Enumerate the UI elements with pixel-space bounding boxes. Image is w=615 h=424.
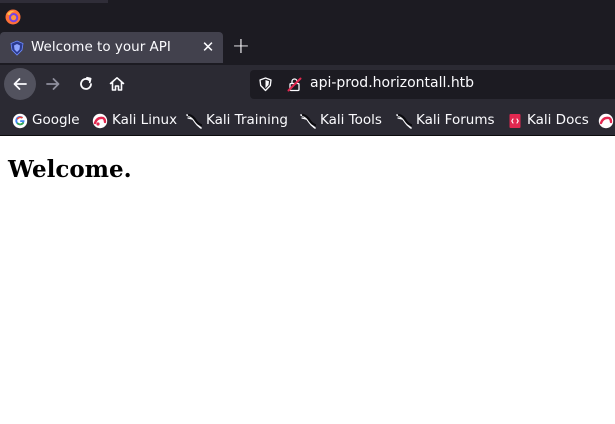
forward-arrow-icon xyxy=(46,78,60,90)
kali-dragon-icon xyxy=(300,113,317,129)
bookmarks-toolbar: Google Kali Linux Kali Training Kali Too… xyxy=(0,105,615,136)
forward-button[interactable] xyxy=(37,68,69,100)
tab-strip: Welcome to your API ✕ + xyxy=(0,32,615,65)
url-text[interactable]: api-prod.horizontall.htb xyxy=(310,75,474,91)
insecure-lock-icon[interactable] xyxy=(287,77,302,96)
page-heading: Welcome. xyxy=(8,156,132,183)
window-titlebar xyxy=(0,0,615,32)
kali-docs-icon xyxy=(507,113,523,129)
home-button[interactable] xyxy=(101,68,133,100)
bookmark-label: Google xyxy=(32,112,80,128)
page-content: Welcome. xyxy=(0,136,615,424)
new-tab-button[interactable]: + xyxy=(229,35,253,59)
firefox-logo-icon xyxy=(5,9,21,25)
google-icon xyxy=(12,113,28,129)
reload-icon xyxy=(80,76,92,90)
kali-dragon-icon xyxy=(186,113,203,129)
url-bar[interactable]: api-prod.horizontall.htb xyxy=(250,70,615,99)
strapi-shield-icon xyxy=(9,40,25,56)
bookmark-label: Kali Linux xyxy=(112,112,178,128)
navigation-toolbar: api-prod.horizontall.htb xyxy=(0,65,615,105)
back-arrow-icon xyxy=(13,78,27,90)
home-icon xyxy=(109,77,125,91)
kali-dragon-icon xyxy=(396,113,413,129)
tracking-protection-icon[interactable] xyxy=(258,77,273,96)
bookmark-label: Kali Forums xyxy=(416,112,495,128)
back-button[interactable] xyxy=(4,68,36,100)
kali-icon xyxy=(598,113,614,129)
bookmark-label: Kali Training xyxy=(206,112,288,128)
titlebar-accent xyxy=(0,0,108,3)
bookmark-label: Kali Tools xyxy=(320,112,382,128)
bookmark-label: Kali Docs xyxy=(527,112,589,128)
tab-close-icon[interactable]: ✕ xyxy=(197,36,219,58)
reload-button[interactable] xyxy=(70,68,102,100)
kali-icon xyxy=(92,113,108,129)
tab-active[interactable]: Welcome to your API ✕ xyxy=(0,32,223,63)
tab-title: Welcome to your API xyxy=(31,39,171,55)
